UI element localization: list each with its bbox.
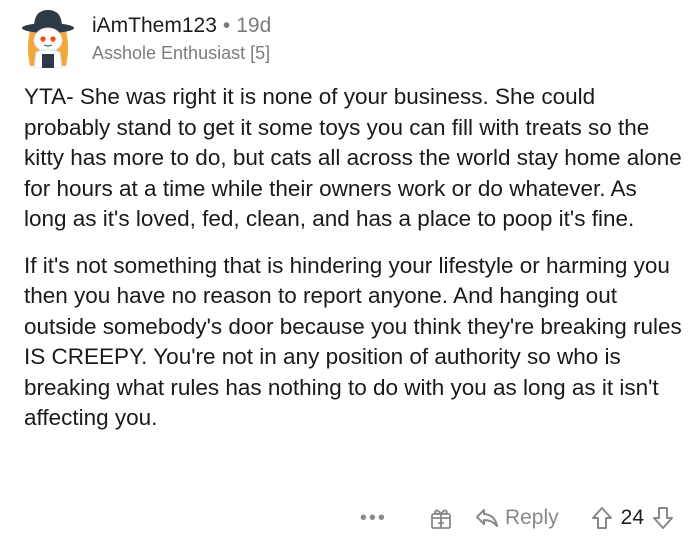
upvote-arrow-icon[interactable]: [591, 506, 613, 530]
user-avatar[interactable]: [20, 8, 76, 68]
vote-count: 24: [620, 506, 644, 529]
reply-arrow-icon: [475, 507, 499, 529]
more-options-button[interactable]: •••: [360, 507, 387, 530]
comment-meta: iAmThem123 • 19d Asshole Enthusiast [5]: [92, 14, 271, 64]
downvote-arrow-icon[interactable]: [652, 506, 674, 530]
vote-controls: 24: [591, 506, 674, 530]
comment-paragraph: YTA- She was right it is none of your bu…: [24, 84, 682, 231]
award-gift-icon[interactable]: [429, 506, 453, 530]
reply-button[interactable]: Reply: [475, 506, 559, 530]
meta-separator: •: [222, 14, 231, 37]
comment-actions: ••• Reply 24: [360, 506, 674, 530]
comment-body: YTA- She was right it is none of your bu…: [24, 82, 684, 434]
username[interactable]: iAmThem123: [92, 14, 217, 37]
comment-age: 19d: [236, 14, 272, 37]
user-flair: Asshole Enthusiast [5]: [92, 43, 271, 63]
reply-label: Reply: [504, 506, 559, 529]
comment-paragraph: If it's not something that is hindering …: [24, 252, 682, 431]
comment: iAmThem123 • 19d Asshole Enthusiast [5] YT…: [0, 0, 700, 557]
